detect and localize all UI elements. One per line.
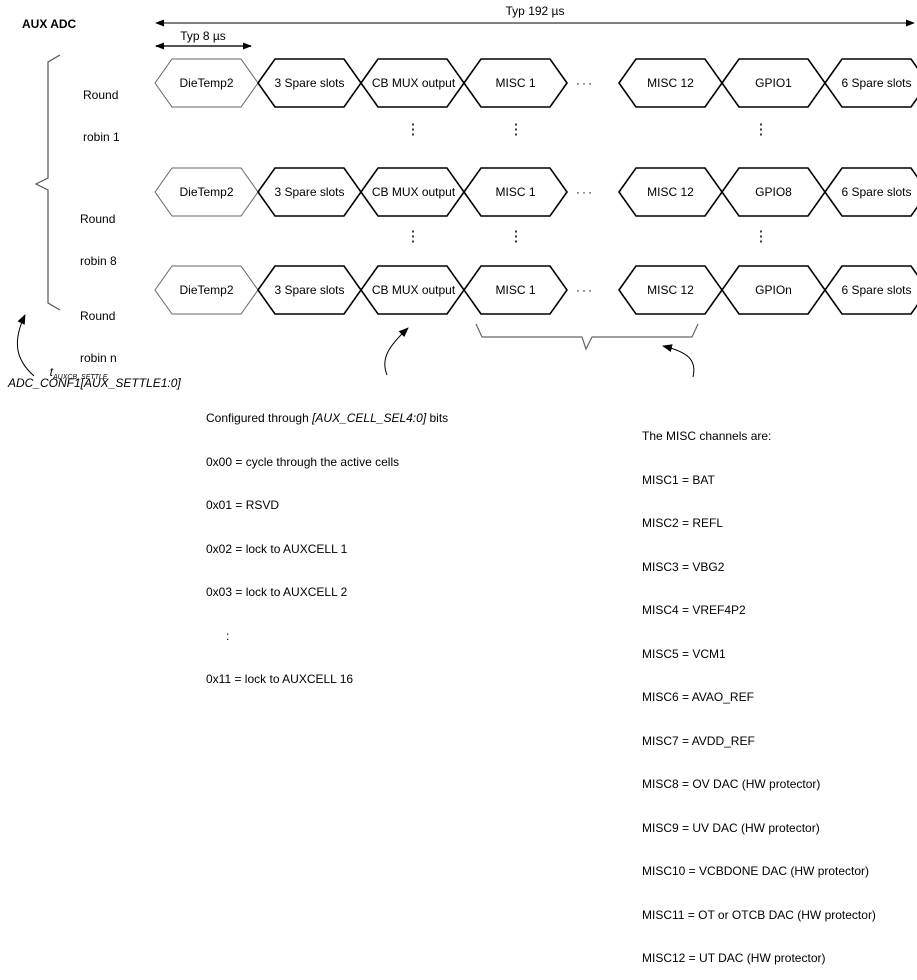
slot-label-misc-12: MISC 12 — [647, 283, 694, 297]
diagram-title: AUX ADC — [22, 17, 77, 31]
cell-sel-line: 0x00 = cycle through the active cells — [206, 454, 400, 469]
misc-channel-line: MISC5 = VCM1 — [642, 646, 726, 661]
slot-label-dietemp2: DieTemp2 — [179, 76, 233, 90]
slot-label-gpio: GPIO8 — [755, 185, 792, 199]
cell-sel-line: 0x11 = lock to AUXCELL 16 — [206, 671, 354, 686]
misc-bracket — [475, 323, 699, 351]
round-robin-rows: DieTemp2 3 Spare slots CB MUX output MISC 1… — [154, 58, 917, 315]
cell-sel-arrow — [384, 327, 409, 376]
slot-label-gpio: GPIOn — [755, 283, 792, 297]
vertical-ellipsis: ⋮ — [509, 121, 524, 138]
cell-sel-line: 0x02 = lock to AUXCELL 1 — [206, 541, 348, 556]
misc-channel-line: MISC11 = OT or OTCB DAC (HW protector) — [642, 907, 876, 922]
vertical-ellipsis: ⋮ — [754, 228, 769, 245]
slot-label-spare-3: 3 Spare slots — [274, 76, 344, 90]
cell-sel-line: : — [206, 628, 230, 643]
row-label-line1: Round — [80, 212, 116, 226]
slot-label-spare-6: 6 Spare slots — [841, 185, 911, 199]
slot-label-spare-3: 3 Spare slots — [274, 185, 344, 199]
slot-label-gpio: GPIO1 — [755, 76, 792, 90]
misc-channel-line: MISC3 = VBG2 — [642, 559, 725, 574]
misc-channel-line: MISC9 = UV DAC (HW protector) — [642, 820, 820, 835]
slot-label-cb-mux-output: CB MUX output — [372, 283, 456, 297]
row-label-line1: Round — [83, 88, 119, 102]
row-label-line2: robin 1 — [83, 130, 120, 144]
misc-channel-line: MISC6 = AVAO_REF — [642, 690, 754, 704]
slot-period-label: Typ 8 µs — [180, 29, 226, 43]
cell-sel-field: [AUX_CELL_SEL4:0] — [312, 411, 427, 425]
slot-label-spare-6: 6 Spare slots — [841, 283, 911, 297]
misc-channel-line: MISC12 = UT DAC (HW protector) — [642, 951, 826, 965]
vertical-ellipsis: ⋮ — [406, 121, 421, 138]
round-robin-row: DieTemp2 3 Spare slots CB MUX output MISC 1… — [154, 265, 917, 315]
misc-channel-line: MISC1 = BAT — [642, 472, 715, 487]
slot-label-spare-3: 3 Spare slots — [274, 283, 344, 297]
misc-arrow — [662, 344, 695, 378]
slot-label-misc-12: MISC 12 — [647, 185, 694, 199]
cell-sel-intro-suffix: bits — [426, 411, 449, 425]
settle-arrow — [16, 314, 35, 377]
row-label-round-robin-1: Round robin 1 — [83, 60, 120, 158]
cell-sel-line: 0x03 = lock to AUXCELL 2 — [206, 585, 348, 599]
slot-label-dietemp2: DieTemp2 — [179, 185, 233, 199]
cell-sel-note: Configured through [AUX_CELL_SEL4:0] bit… — [206, 382, 448, 701]
slot-label-cb-mux-output: CB MUX output — [372, 76, 456, 90]
round-robin-row: DieTemp2 3 Spare slots CB MUX output MISC 1… — [154, 58, 917, 108]
slot-label-misc-12: MISC 12 — [647, 76, 694, 90]
horizontal-ellipsis: ··· — [576, 76, 594, 90]
round-robin-brace — [34, 54, 61, 311]
misc-channel-line: MISC10 = VCBDONE DAC (HW protector) — [642, 864, 870, 878]
cell-sel-intro: Configured through [AUX_CELL_SEL4:0] bit… — [206, 411, 448, 426]
vertical-ellipsis: ⋮ — [754, 121, 769, 138]
misc-channel-line: MISC7 = AVDD_REF — [642, 733, 755, 748]
misc-channel-line: MISC4 = VREF4P2 — [642, 603, 746, 617]
slot-label-misc-1: MISC 1 — [495, 185, 535, 199]
total-period-label: Typ 192 µs — [506, 4, 565, 18]
vertical-ellipsis: ⋮ — [406, 228, 421, 245]
misc-channels-heading: The MISC channels are: — [642, 429, 772, 443]
horizontal-ellipsis: ··· — [576, 283, 594, 297]
horizontal-ellipsis: ··· — [576, 185, 594, 199]
cell-sel-intro-prefix: Configured through — [206, 411, 313, 425]
misc-channel-line: MISC8 = OV DAC (HW protector) — [642, 777, 821, 791]
misc-channels-note: The MISC channels are: MISC1 = BAT MISC2… — [642, 400, 876, 980]
row-label-round-robin-8: Round robin 8 — [80, 184, 117, 282]
round-robin-row: DieTemp2 3 Spare slots CB MUX output MISC 1… — [154, 167, 917, 217]
vertical-ellipsis: ⋮ — [509, 228, 524, 245]
cell-sel-line: 0x01 = RSVD — [206, 498, 280, 512]
slot-label-spare-6: 6 Spare slots — [841, 76, 911, 90]
slot-label-misc-1: MISC 1 — [495, 76, 535, 90]
settle-register-label: ADC_CONF1[AUX_SETTLE1:0] — [8, 376, 181, 390]
slot-label-misc-1: MISC 1 — [495, 283, 535, 297]
row-label-line2: robin 8 — [80, 254, 117, 268]
slot-label-cb-mux-output: CB MUX output — [372, 185, 456, 199]
slot-label-dietemp2: DieTemp2 — [179, 283, 233, 297]
misc-channel-line: MISC2 = REFL — [642, 516, 724, 530]
row-label-line1: Round — [80, 309, 116, 323]
